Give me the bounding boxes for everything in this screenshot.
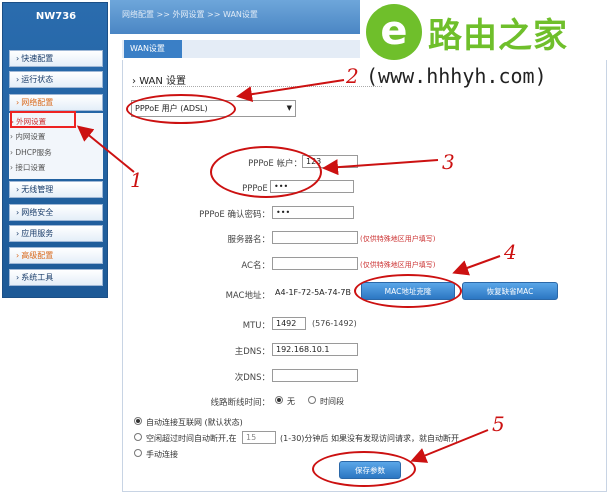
- section-divider: [132, 86, 382, 87]
- tab-wan-settings[interactable]: WAN设置: [124, 40, 182, 58]
- mac-restore-button[interactable]: 恢复缺省MAC: [462, 282, 558, 300]
- dial-period-radio[interactable]: [308, 396, 316, 404]
- top-bar: 网络配置 >> 外网设置 >> WAN设置: [110, 0, 360, 34]
- dial-none-radio[interactable]: [275, 396, 283, 404]
- breadcrumb: 网络配置 >> 外网设置 >> WAN设置: [122, 10, 258, 19]
- annotation-number-2: 2: [346, 64, 359, 88]
- mtu-input[interactable]: 1492: [272, 317, 306, 330]
- annotation-number-1: 1: [130, 168, 143, 192]
- menu-security[interactable]: › 网络安全: [9, 204, 103, 221]
- menu-wireless[interactable]: › 无线管理: [9, 181, 103, 198]
- annotation-ellipse-3: [210, 146, 322, 198]
- menu-advanced[interactable]: › 高级配置: [9, 247, 103, 264]
- pppoe-confirm-input[interactable]: •••: [272, 206, 354, 219]
- manual-connect-radio[interactable]: [134, 449, 142, 457]
- pppoe-confirm-label: PPPoE 确认密码：: [199, 210, 270, 220]
- idle-suffix-label: (1-30)分钟后 如果没有发现访问请求，就自动断开: [280, 434, 459, 443]
- annotation-ellipse-4: [354, 274, 462, 308]
- mtu-label: MTU：: [242, 321, 270, 331]
- auto-connect-radio[interactable]: [134, 417, 142, 425]
- primary-dns-input[interactable]: 192.168.10.1: [272, 343, 358, 356]
- server-name-hint: (仅供特殊地区用户填写): [360, 235, 436, 243]
- menu-network-config[interactable]: › 网络配置: [9, 94, 103, 111]
- menu-quick-config[interactable]: › 快速配置: [9, 50, 103, 67]
- secondary-dns-input[interactable]: [272, 369, 358, 382]
- chevron-down-icon: ▼: [286, 104, 292, 112]
- annotation-ellipse-2: [126, 94, 236, 124]
- secondary-dns-label: 次DNS：: [234, 373, 270, 383]
- mac-value: A4-1F-72-5A-74-7B: [272, 287, 356, 300]
- mtu-range: (576-1492): [312, 319, 357, 328]
- ac-name-input[interactable]: [272, 257, 358, 270]
- primary-dns-label: 主DNS：: [234, 347, 270, 357]
- server-name-input[interactable]: [272, 231, 358, 244]
- idle-disconnect-radio[interactable]: [134, 433, 142, 441]
- manual-connect-label: 手动连接: [146, 450, 178, 459]
- annotation-number-4: 4: [504, 240, 517, 264]
- dial-none-label: 无: [287, 397, 295, 406]
- submenu-dhcp[interactable]: › DHCP服务: [10, 147, 52, 158]
- annotation-number-5: 5: [492, 412, 505, 436]
- watermark-logo-icon: e: [366, 4, 422, 60]
- idle-prefix-label: 空闲超过时间自动断开,在: [146, 434, 237, 443]
- menu-run-status[interactable]: › 运行状态: [9, 71, 103, 88]
- auto-connect-label: 自动连接互联网 (默认状态): [146, 418, 243, 427]
- dial-time-label: 线路断线时间：: [210, 398, 270, 408]
- server-name-label: 服务器名：: [227, 235, 270, 245]
- section-title: › WAN 设置: [132, 76, 187, 87]
- ac-name-hint: (仅供特殊地区用户填写): [360, 261, 436, 269]
- ac-name-label: AC名：: [241, 261, 270, 271]
- dial-period-label: 时间段: [320, 397, 344, 406]
- menu-app-service[interactable]: › 应用服务: [9, 225, 103, 242]
- annotation-number-3: 3: [442, 150, 455, 174]
- highlight-box: [10, 111, 76, 128]
- idle-minutes-input[interactable]: 15: [242, 431, 276, 444]
- menu-system-tools[interactable]: › 系统工具: [9, 269, 103, 286]
- router-model: NW736: [35, 11, 77, 22]
- submenu-interface[interactable]: › 接口设置: [10, 162, 45, 173]
- annotation-ellipse-5: [312, 451, 416, 487]
- watermark-title: 路由之家: [428, 16, 568, 56]
- submenu-lan-settings[interactable]: › 内网设置: [10, 131, 45, 142]
- mac-label: MAC地址：: [225, 291, 270, 301]
